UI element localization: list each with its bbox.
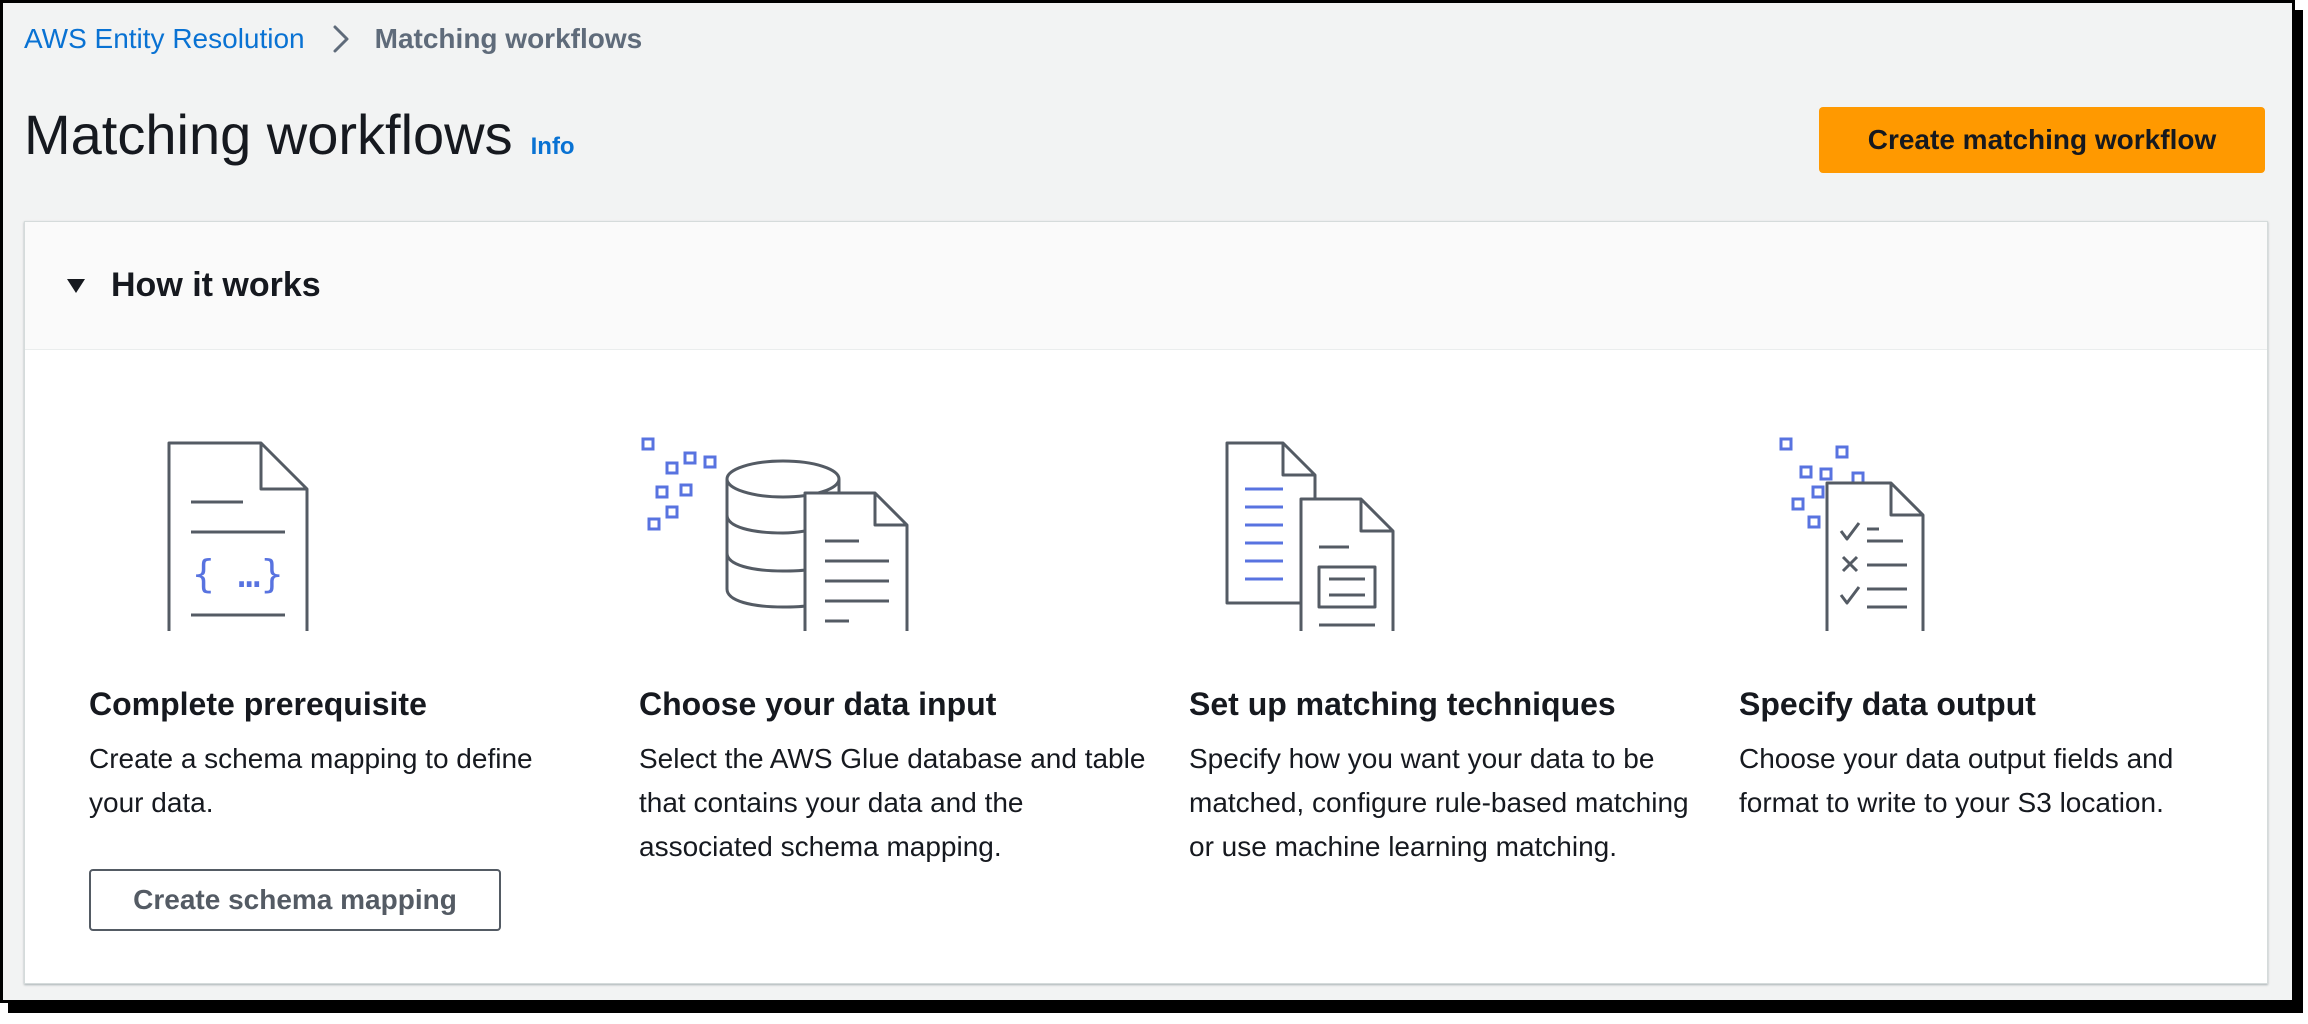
step-choose-data-input: Choose your data input Select the AWS Gl… [597, 351, 1145, 981]
step-specify-data-output: Specify data output Choose your data out… [1697, 351, 2237, 981]
matching-documents-icon [1225, 441, 1395, 631]
database-document-icon [641, 437, 909, 631]
document-schema-icon: { …} [167, 441, 309, 631]
page-header: Matching workflows Info [24, 99, 575, 171]
how-it-works-panel: How it works { …} Complete prerequisite … [24, 221, 2268, 984]
how-it-works-header[interactable]: How it works [25, 222, 2267, 350]
breadcrumb-root-link[interactable]: AWS Entity Resolution [24, 21, 305, 57]
svg-text:{ …}: { …} [192, 552, 284, 596]
breadcrumb: AWS Entity Resolution Matching workflows [24, 21, 642, 57]
steps-row: { …} Complete prerequisite Create a sche… [25, 351, 2267, 981]
breadcrumb-current: Matching workflows [374, 23, 643, 54]
step-description: Create a schema mapping to define your d… [89, 743, 533, 818]
create-matching-workflow-button[interactable]: Create matching workflow [1819, 107, 2265, 173]
checklist-output-icon [1779, 437, 1925, 631]
app-window: AWS Entity Resolution Matching workflows… [0, 0, 2295, 1003]
step-description: Select the AWS Glue database and table t… [639, 743, 1146, 862]
step-title: Set up matching techniques [1189, 686, 1616, 722]
caret-down-icon [67, 278, 85, 293]
step-description: Specify how you want your data to be mat… [1189, 743, 1689, 862]
chevron-right-icon [333, 25, 349, 53]
page-title: Matching workflows [24, 103, 513, 166]
info-link[interactable]: Info [531, 133, 575, 161]
create-schema-mapping-button[interactable]: Create schema mapping [89, 869, 501, 931]
step-title: Complete prerequisite [89, 686, 427, 722]
step-complete-prerequisite: { …} Complete prerequisite Create a sche… [47, 351, 587, 981]
step-description: Choose your data output fields and forma… [1739, 743, 2174, 818]
step-set-up-matching-techniques: Set up matching techniques Specify how y… [1147, 351, 1689, 981]
how-it-works-title: How it works [111, 266, 321, 304]
step-title: Choose your data input [639, 686, 997, 722]
step-title: Specify data output [1739, 686, 2036, 722]
